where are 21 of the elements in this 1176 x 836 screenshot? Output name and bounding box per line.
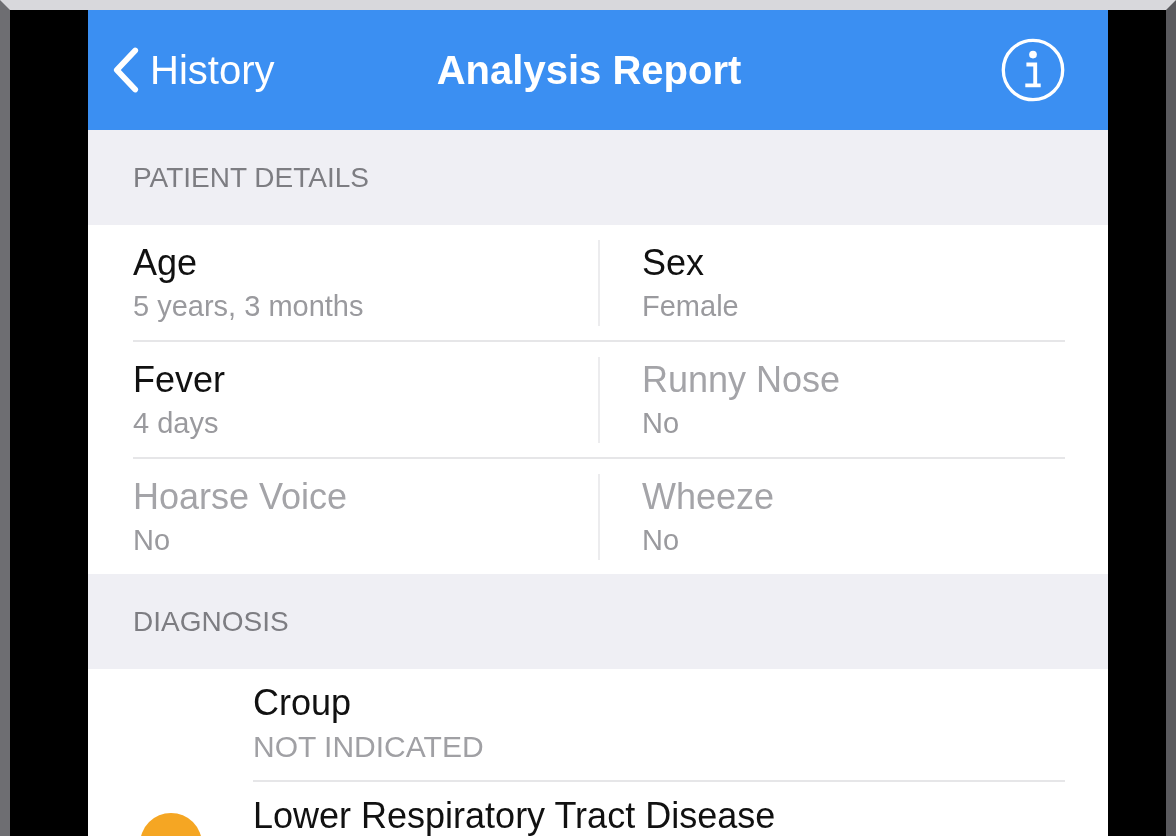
field-value: 4 days <box>133 405 220 441</box>
field-label: Wheeze <box>642 474 776 519</box>
section-header: PATIENT DETAILS <box>88 130 1108 225</box>
field-label: Age <box>133 240 199 285</box>
field-value: No <box>642 405 681 441</box>
diagnosis-name: Lower Respiratory Tract Disease <box>253 794 777 836</box>
diagnosis-status: NOT INDICATED <box>253 729 485 765</box>
info-icon <box>1000 37 1066 103</box>
field-value: No <box>133 522 172 558</box>
field-value: Female <box>642 288 740 324</box>
chevron-left-icon <box>112 47 140 93</box>
field-label: Hoarse Voice <box>133 474 349 519</box>
back-button[interactable]: History <box>112 47 392 93</box>
field-value: 5 years, 3 months <box>133 288 365 324</box>
field-value: No <box>642 522 681 558</box>
field-label: Sex <box>642 240 706 285</box>
screen-title: Analysis Report <box>436 47 742 93</box>
field-label: Fever <box>133 357 227 402</box>
field-label: Runny Nose <box>642 357 842 402</box>
diagnosis-name: Croup <box>253 681 353 725</box>
section-header: DIAGNOSIS <box>88 574 1108 669</box>
